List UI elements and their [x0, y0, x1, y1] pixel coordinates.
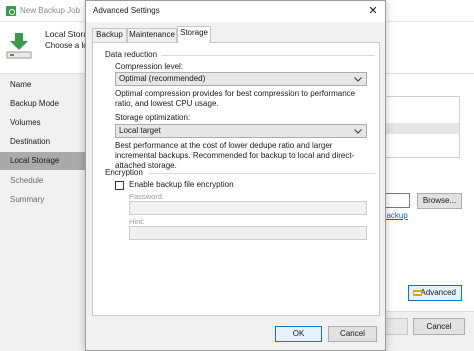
nav-item-summary[interactable]: Summary [0, 191, 86, 209]
nav-item-local-storage[interactable]: Local Storage [0, 152, 86, 170]
tab-storage[interactable]: Storage [177, 26, 211, 43]
enable-encryption-checkbox[interactable] [115, 181, 124, 190]
storage-optimization-select[interactable]: Local target [115, 124, 367, 138]
tab-maintenance[interactable]: Maintenance [127, 28, 177, 42]
password-field[interactable] [129, 201, 367, 215]
storage-optimization-value: Local target [119, 126, 161, 135]
download-to-disk-icon [6, 33, 32, 59]
list-item[interactable] [381, 123, 459, 134]
nav-item-destination[interactable]: Destination [0, 133, 86, 151]
compression-level-label: Compression level: [115, 62, 184, 71]
settings-icon [413, 290, 422, 296]
group-divider [149, 173, 375, 174]
advanced-button[interactable]: Advanced [408, 285, 462, 301]
tab-backup[interactable]: Backup [92, 28, 127, 42]
compression-description: Optimal compression provides for best co… [115, 89, 356, 108]
nav-item-volumes[interactable]: Volumes [0, 114, 86, 132]
enable-encryption-label[interactable]: Enable backup file encryption [129, 180, 234, 189]
nav-item-schedule[interactable]: Schedule [0, 172, 86, 190]
storage-list[interactable] [380, 96, 460, 158]
wizard-window-title: New Backup Job [20, 6, 81, 15]
ok-button[interactable]: OK [275, 326, 322, 342]
dialog-title: Advanced Settings [93, 6, 160, 15]
storage-optimization-description: Best performance at the cost of lower de… [115, 141, 355, 170]
wizard-cancel-button[interactable]: Cancel [413, 318, 465, 335]
storage-optimization-label: Storage optimization: [115, 113, 191, 122]
advanced-settings-dialog: Advanced Settings ✕ Backup Maintenance S… [85, 0, 386, 351]
storage-tab-page: Data reduction Compression level: Optima… [92, 42, 380, 316]
hint-field[interactable] [129, 226, 367, 240]
browse-button[interactable]: Browse... [417, 193, 462, 209]
chevron-down-icon [354, 77, 362, 82]
data-reduction-heading: Data reduction [105, 50, 161, 59]
compression-level-value: Optimal (recommended) [119, 74, 206, 83]
chevron-down-icon [354, 129, 362, 134]
compression-level-select[interactable]: Optimal (recommended) [115, 72, 367, 86]
dialog-titlebar: Advanced Settings ✕ [86, 1, 385, 22]
wizard-step-nav: Name Backup Mode Volumes Destination Loc… [0, 74, 86, 351]
encryption-heading: Encryption [105, 168, 146, 177]
nav-item-backup-mode[interactable]: Backup Mode [0, 95, 86, 113]
group-divider [161, 55, 375, 56]
cancel-button[interactable]: Cancel [328, 326, 377, 342]
advanced-button-label: Advanced [420, 288, 456, 297]
veeam-app-icon [6, 6, 16, 16]
hint-label: Hint: [129, 217, 145, 226]
close-icon[interactable]: ✕ [364, 3, 382, 19]
nav-item-name[interactable]: Name [0, 76, 86, 94]
password-label: Password: [129, 192, 165, 201]
